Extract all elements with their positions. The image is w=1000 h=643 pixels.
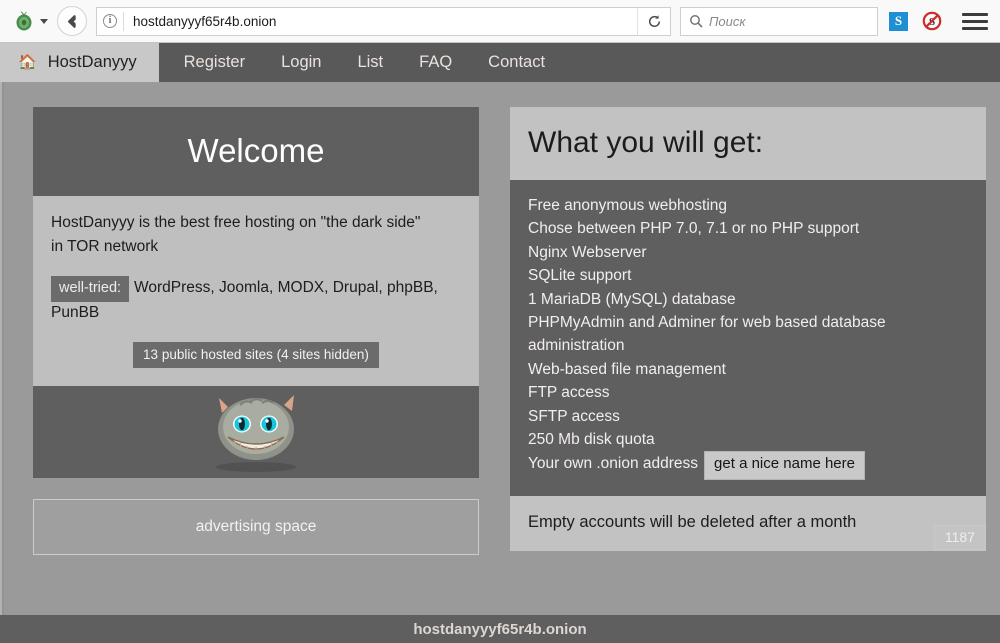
nav-item-list[interactable]: List	[339, 43, 401, 82]
url-bar[interactable]: i hostdanyyyf65r4b.onion	[96, 7, 671, 36]
menu-bar-1	[962, 13, 988, 16]
feature-item: Free anonymous webhosting	[528, 194, 968, 217]
nav-items: Register Login List FAQ Contact	[159, 43, 563, 82]
hamburger-menu-icon[interactable]	[962, 10, 988, 32]
features-body: Free anonymous webhosting Chose between …	[510, 180, 986, 496]
advertising-space[interactable]: advertising space	[33, 499, 479, 555]
nav-item-login[interactable]: Login	[263, 43, 339, 82]
page-info-glyph: i	[103, 14, 117, 28]
feature-item: SFTP access	[528, 405, 968, 428]
noscript-icon[interactable]: S	[922, 11, 942, 31]
welltried-row: well-tried:WordPress, Joomla, MODX, Drup…	[51, 276, 461, 324]
feature-item: SQLite support	[528, 264, 968, 287]
page-info-icon[interactable]: i	[97, 8, 123, 35]
welcome-intro-line-2: in TOR network	[51, 236, 461, 258]
search-bar[interactable]: Поиск	[680, 7, 878, 36]
hosted-sites-badge: 13 public hosted sites (4 sites hidden)	[133, 342, 379, 368]
features-card: What you will get: Free anonymous webhos…	[510, 107, 986, 551]
feature-item: Nginx Webserver	[528, 241, 968, 264]
search-input[interactable]: Поиск	[709, 14, 746, 29]
feature-item: PHPMyAdmin and Adminer for web based dat…	[528, 311, 968, 358]
welcome-panel: Welcome HostDanyyy is the best free host…	[33, 107, 479, 555]
nav-item-faq[interactable]: FAQ	[401, 43, 470, 82]
site-navbar: 🏠 HostDanyyy Register Login List FAQ Con…	[0, 43, 1000, 82]
tor-onion-icon[interactable]	[9, 6, 39, 36]
feature-item-onion: Your own .onion address get a nice name h…	[528, 451, 968, 480]
https-everywhere-icon[interactable]: S	[889, 12, 908, 31]
extension-icons: S S	[889, 11, 942, 31]
nav-item-contact[interactable]: Contact	[470, 43, 563, 82]
features-footer-note: Empty accounts will be deleted after a m…	[510, 496, 986, 551]
browser-toolbar: i hostdanyyyf65r4b.onion Поиск S	[0, 0, 1000, 43]
reload-icon[interactable]	[637, 8, 670, 35]
feature-item: 1 MariaDB (MySQL) database	[528, 288, 968, 311]
home-icon: 🏠	[18, 55, 37, 70]
background-window-sliver	[0, 82, 6, 615]
menu-bar-3	[962, 27, 988, 30]
cheshire-cat-image	[33, 386, 479, 478]
back-button[interactable]	[57, 6, 87, 36]
nav-item-register[interactable]: Register	[159, 43, 263, 82]
feature-item: 250 Mb disk quota	[528, 428, 968, 451]
welcome-title: Welcome	[33, 107, 479, 196]
welcome-body: HostDanyyy is the best free hosting on "…	[33, 196, 479, 386]
tor-menu-chevron-down-icon[interactable]	[40, 19, 48, 24]
menu-bar-2	[962, 20, 988, 23]
feature-item: FTP access	[528, 381, 968, 404]
feature-item: Chose between PHP 7.0, 7.1 or no PHP sup…	[528, 217, 968, 240]
site-footer: hostdanyyyf65r4b.onion	[0, 615, 1000, 643]
welcome-intro-line-1: HostDanyyy is the best free hosting on "…	[51, 212, 461, 234]
page-content: Welcome HostDanyyy is the best free host…	[0, 82, 1000, 615]
welltried-tag: well-tried:	[51, 276, 129, 302]
features-panel: What you will get: Free anonymous webhos…	[510, 107, 986, 551]
hosted-sites-row: 13 public hosted sites (4 sites hidden)	[51, 342, 461, 368]
features-title: What you will get:	[510, 107, 986, 180]
feature-item-onion-label: Your own .onion address	[528, 455, 698, 472]
features-list: Free anonymous webhosting Chose between …	[528, 194, 968, 480]
footer-onion-address: hostdanyyyf65r4b.onion	[413, 621, 586, 638]
visit-counter-badge: 1187	[934, 525, 986, 550]
screenshot-root: i hostdanyyyf65r4b.onion Поиск S	[0, 0, 1000, 643]
nav-brand-home[interactable]: 🏠 HostDanyyy	[0, 43, 159, 82]
get-nice-name-button[interactable]: get a nice name here	[704, 451, 865, 480]
feature-item: Web-based file management	[528, 358, 968, 381]
welcome-card: Welcome HostDanyyy is the best free host…	[33, 107, 479, 555]
nav-brand-label: HostDanyyy	[48, 53, 137, 72]
url-input[interactable]: hostdanyyyf65r4b.onion	[124, 14, 637, 29]
search-icon	[689, 14, 703, 28]
